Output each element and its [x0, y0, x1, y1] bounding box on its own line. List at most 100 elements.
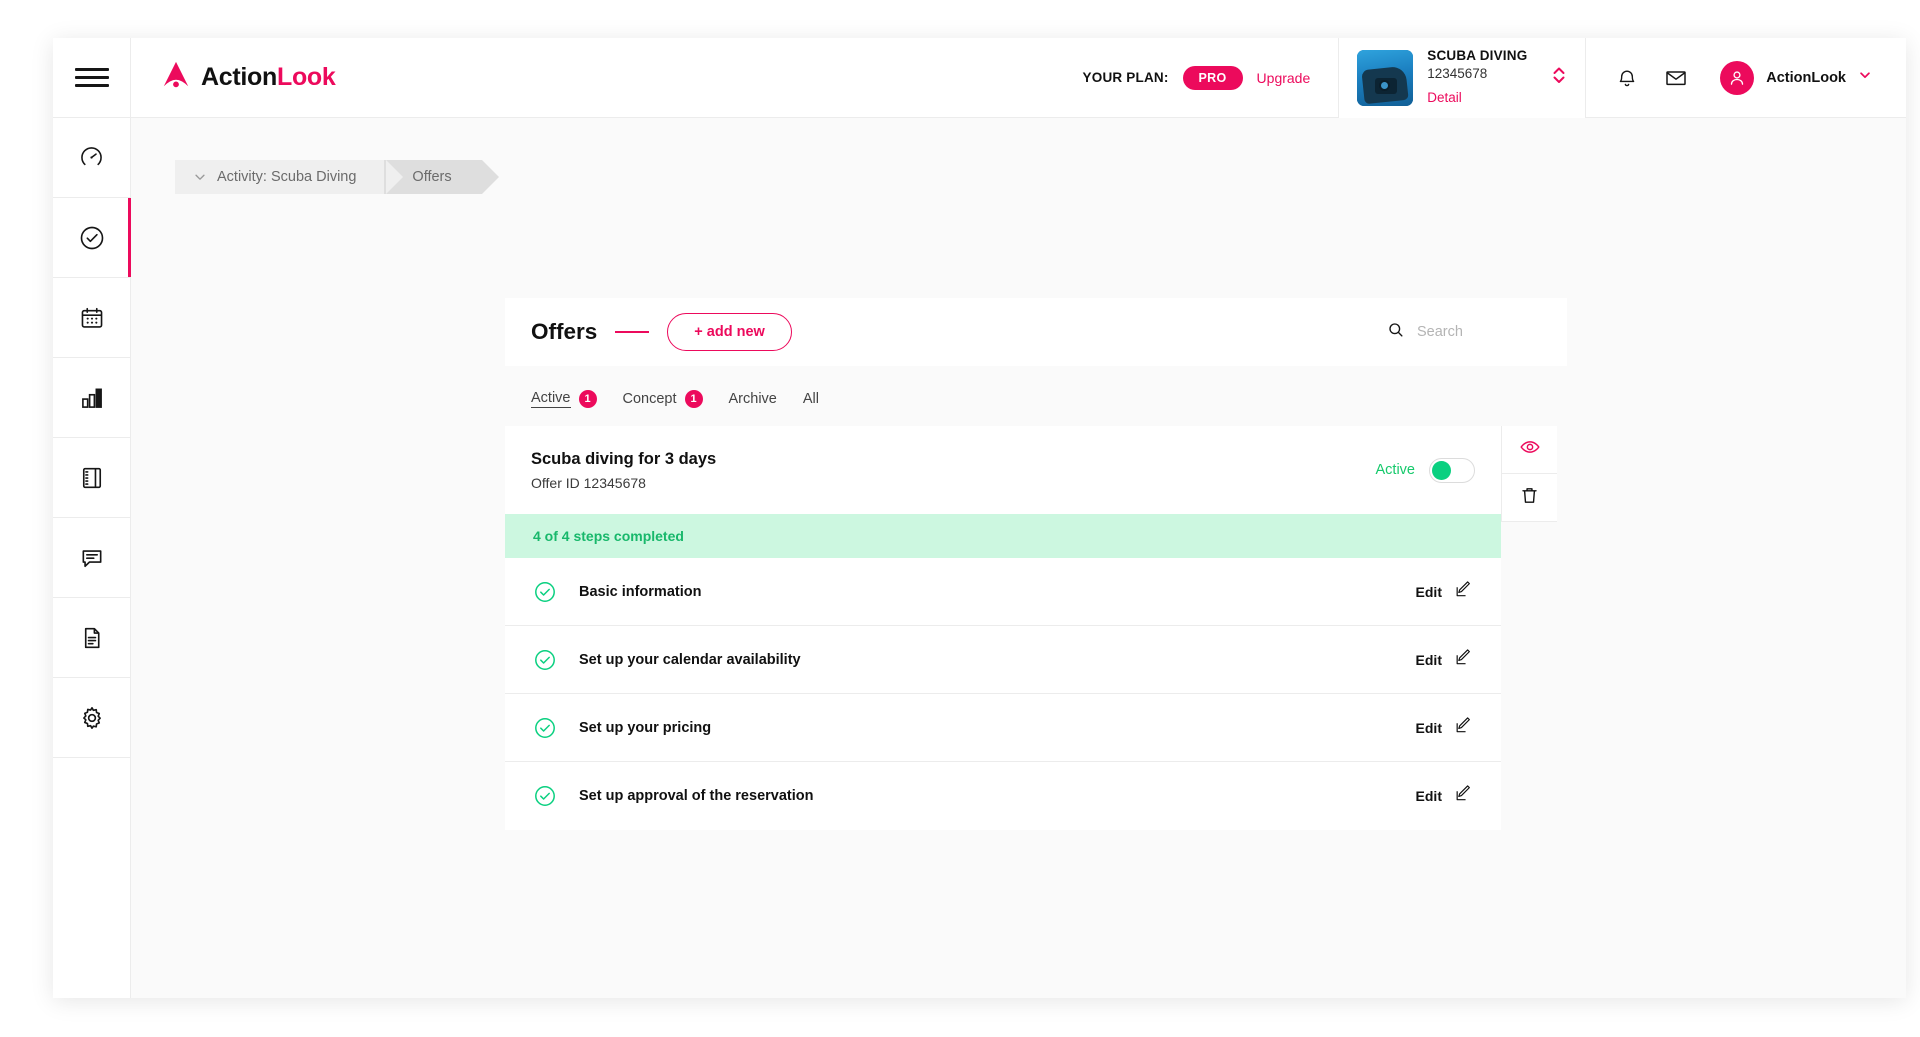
app-window: ActionLook YOUR PLAN: PRO Upgrade SCUBA …	[53, 38, 1906, 998]
brand-logo[interactable]: ActionLook	[131, 60, 491, 95]
trash-icon	[1519, 485, 1540, 511]
offer-id: Offer ID 12345678	[531, 474, 646, 491]
progress-text: 4 of 4 steps completed	[533, 528, 684, 544]
sidebar-item-documents[interactable]	[53, 598, 130, 678]
offer-card: Scuba diving for 3 days Offer ID 1234567…	[505, 426, 1501, 830]
account-name: SCUBA DIVING	[1427, 47, 1528, 63]
sidebar-item-dashboard[interactable]	[53, 118, 130, 198]
edit-label: Edit	[1415, 788, 1442, 804]
brand-name-dark: Action	[201, 63, 277, 91]
chevron-up-down-icon[interactable]	[1551, 63, 1567, 92]
sidebar-item-statistics[interactable]	[53, 358, 130, 438]
step-label: Set up your calendar availability	[579, 651, 801, 668]
page-title: Offers	[531, 319, 598, 344]
step-label: Set up your pricing	[579, 719, 712, 736]
brand-name: ActionLook	[201, 63, 336, 92]
tab-label: All	[802, 391, 819, 407]
bell-icon[interactable]	[1616, 67, 1638, 89]
account-switcher[interactable]: SCUBA DIVING 12345678 Detail	[1338, 38, 1587, 118]
sidebar-filler	[53, 758, 130, 998]
mail-icon[interactable]	[1664, 66, 1688, 90]
account-detail-link[interactable]: Detail	[1427, 90, 1537, 107]
thumbnail-lens	[1379, 79, 1391, 91]
step-row: Set up your calendar availability Edit	[505, 626, 1501, 694]
sidebar-menu-toggle[interactable]	[53, 38, 130, 118]
chat-bubble-icon	[79, 545, 105, 571]
offers-tabs: Active 1 Concept 1 Archive All	[505, 366, 1567, 426]
status-toggle[interactable]	[1429, 457, 1475, 483]
account-thumbnail	[1357, 49, 1414, 106]
edit-label: Edit	[1415, 583, 1442, 600]
offer-side-actions	[1501, 426, 1557, 522]
offers-header: Offers + add new	[505, 298, 1567, 366]
check-circle-icon	[533, 648, 557, 672]
notebook-icon	[79, 465, 105, 491]
offers-panel: Offers + add new Search Active 1 Concept…	[505, 298, 1567, 830]
check-circle-icon	[78, 224, 106, 252]
bar-chart-icon	[79, 385, 105, 411]
edit-pencil-icon	[1454, 580, 1473, 604]
search-box[interactable]	[1387, 321, 1537, 344]
tab-label: Concept	[622, 391, 677, 407]
brand-name-pink: Look	[276, 63, 336, 91]
user-menu[interactable]: ActionLook	[1720, 60, 1872, 95]
eye-icon	[1519, 436, 1541, 463]
step-label: Basic information	[579, 583, 702, 600]
add-new-button[interactable]: + add new	[667, 313, 792, 351]
chevron-down-icon[interactable]	[193, 170, 207, 184]
edit-label: Edit	[1415, 651, 1442, 668]
progress-banner: 4 of 4 steps completed	[505, 514, 1501, 558]
offer-row: Scuba diving for 3 days Offer ID 1234567…	[505, 426, 1567, 830]
sidebar-item-calendar[interactable]	[53, 278, 130, 358]
step-label: Set up approval of the reservation	[579, 788, 814, 804]
check-circle-icon	[533, 716, 557, 740]
edit-pencil-icon	[1454, 716, 1473, 740]
tab-badge: 1	[578, 390, 597, 408]
tab-label: Archive	[728, 391, 777, 407]
edit-label: Edit	[1415, 719, 1442, 736]
search-input[interactable]	[1417, 324, 1537, 340]
tab-badge: 1	[684, 390, 703, 408]
chevron-down-icon[interactable]	[1858, 68, 1872, 87]
edit-step-button[interactable]: Edit	[1416, 580, 1473, 604]
plan-block: YOUR PLAN: PRO Upgrade	[1082, 65, 1339, 90]
step-row: Basic information Edit	[505, 558, 1501, 626]
status-control: Active	[1375, 457, 1475, 483]
dashboard-gauge-icon	[78, 144, 105, 171]
hamburger-icon	[74, 63, 109, 92]
delete-offer-button[interactable]	[1502, 474, 1557, 522]
offer-name: Scuba diving for 3 days	[531, 449, 717, 468]
gear-icon	[79, 705, 105, 731]
sidebar-item-notebook[interactable]	[53, 438, 130, 518]
check-circle-icon	[533, 784, 557, 808]
title-divider	[615, 331, 650, 333]
tab-archive[interactable]: Archive	[729, 391, 777, 407]
actionlook-logo-icon	[161, 60, 191, 95]
toggle-knob	[1432, 460, 1451, 480]
content-area: Activity: Scuba Diving Offers Offers + a…	[131, 118, 1906, 998]
sidebar-item-offers[interactable]	[53, 198, 131, 278]
search-icon[interactable]	[1387, 321, 1405, 344]
tab-concept[interactable]: Concept 1	[623, 390, 703, 408]
tab-all[interactable]: All	[803, 391, 819, 407]
account-id: 12345678	[1427, 65, 1488, 81]
edit-pencil-icon	[1454, 648, 1473, 672]
breadcrumb-item-activity[interactable]: Activity: Scuba Diving	[175, 160, 404, 194]
tab-active[interactable]: Active 1	[531, 390, 597, 408]
edit-step-button[interactable]: Edit	[1416, 648, 1473, 672]
offer-identity: Scuba diving for 3 days Offer ID 1234567…	[531, 450, 716, 491]
main-column: ActionLook YOUR PLAN: PRO Upgrade SCUBA …	[131, 38, 1906, 998]
account-text: SCUBA DIVING 12345678 Detail	[1427, 48, 1537, 108]
edit-step-button[interactable]: Edit	[1416, 784, 1473, 808]
status-badge: Active	[1375, 462, 1416, 478]
sidebar	[53, 38, 131, 998]
preview-offer-button[interactable]	[1502, 426, 1557, 474]
edit-step-button[interactable]: Edit	[1416, 716, 1473, 740]
sidebar-item-messages[interactable]	[53, 518, 130, 598]
plan-label: YOUR PLAN:	[1082, 70, 1169, 85]
upgrade-link[interactable]: Upgrade	[1257, 70, 1311, 86]
avatar	[1720, 60, 1755, 95]
user-name: ActionLook	[1766, 69, 1846, 86]
step-row: Set up approval of the reservation Edit	[505, 762, 1501, 830]
sidebar-item-settings[interactable]	[53, 678, 130, 758]
